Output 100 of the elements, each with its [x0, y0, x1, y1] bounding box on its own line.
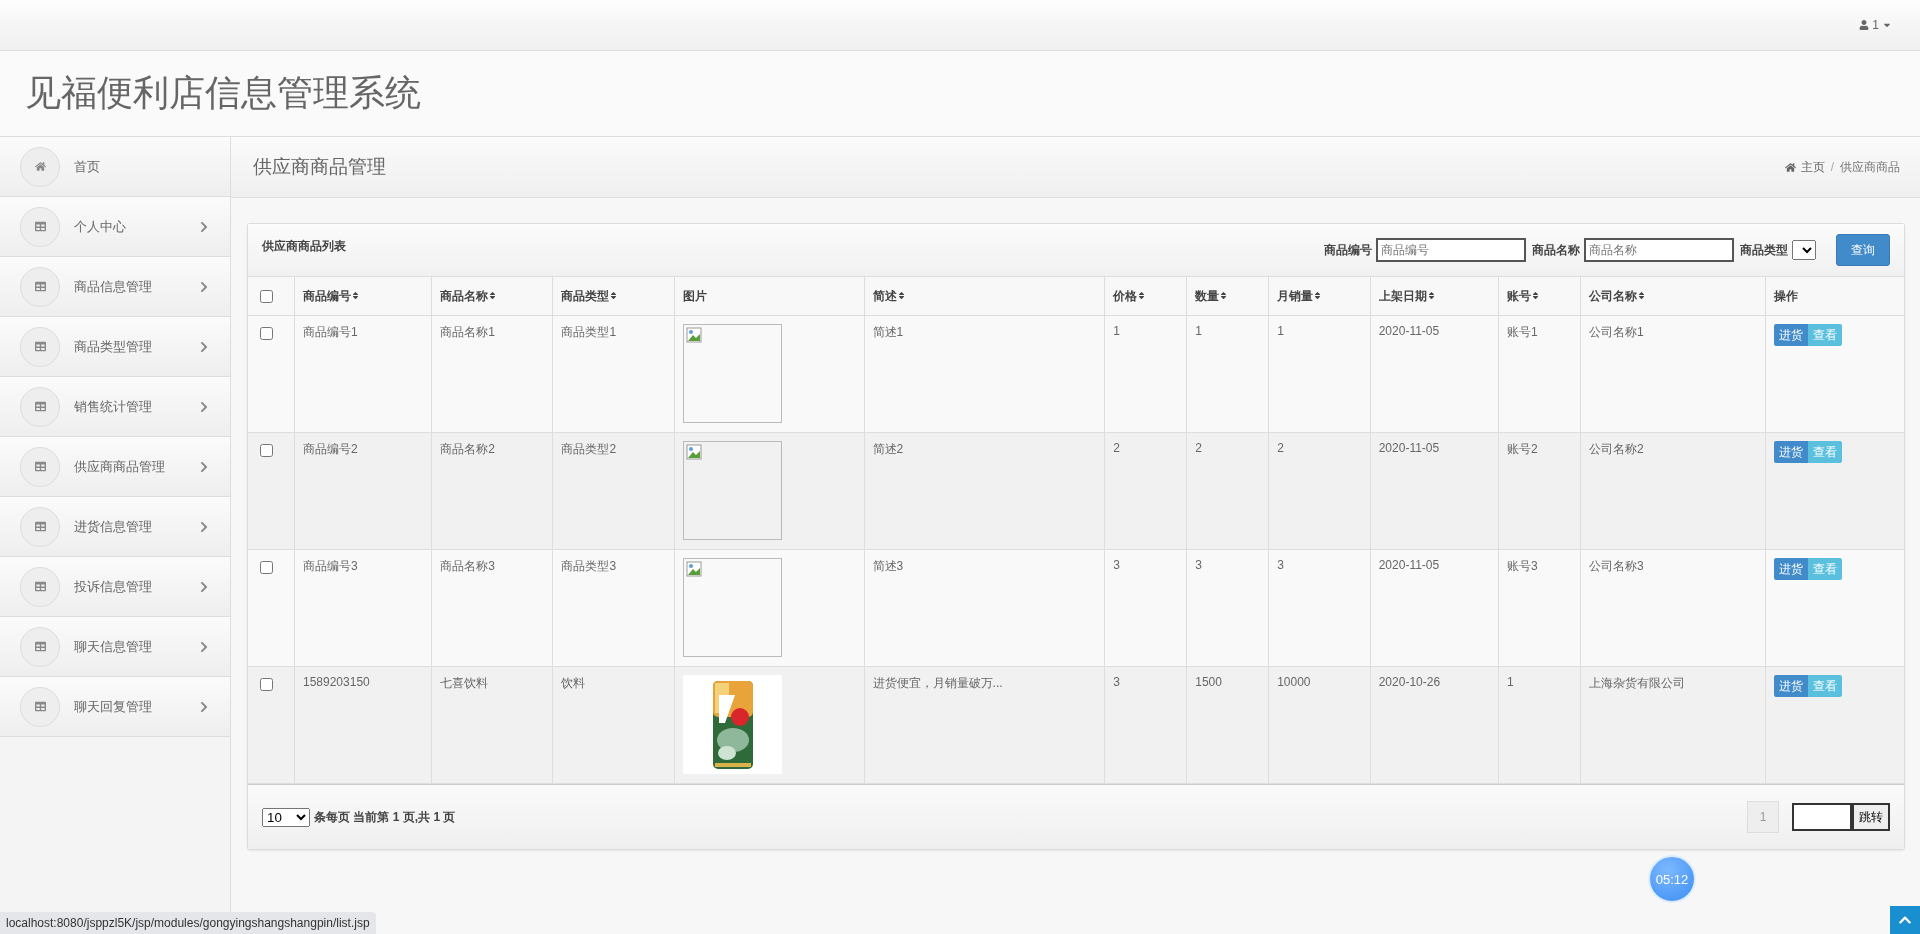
sidebar-item[interactable]: 聊天信息管理	[0, 617, 230, 677]
breadcrumb-link[interactable]: 主页	[1784, 158, 1825, 176]
table-cell: 公司名称1	[1580, 315, 1766, 433]
table-icon	[34, 281, 46, 292]
sort-icon	[1531, 290, 1541, 300]
breadcrumb-current: 供应商商品	[1840, 158, 1900, 176]
table-cell: 商品名称1	[431, 315, 553, 433]
chevron-icon	[198, 460, 210, 473]
table-icon	[34, 341, 46, 352]
table-cell: 公司名称3	[1580, 549, 1766, 667]
sidebar-item[interactable]: 供应商商品管理	[0, 437, 230, 497]
sidebar-item[interactable]: 商品信息管理	[0, 257, 230, 317]
select-all-checkbox[interactable]	[260, 289, 273, 303]
table-cell: 1	[1498, 666, 1581, 784]
sort-icon	[1219, 290, 1229, 300]
column-header[interactable]: 价格	[1113, 288, 1138, 303]
column-header[interactable]: 月销量	[1277, 288, 1314, 303]
table-icon	[34, 221, 46, 232]
sidebar-item[interactable]: 销售统计管理	[0, 377, 230, 437]
restock-button[interactable]: 进货	[1774, 675, 1809, 697]
table-cell: 七喜饮料	[431, 666, 553, 784]
table-cell: 3	[1104, 549, 1187, 667]
column-header[interactable]: 商品编号	[303, 288, 351, 303]
sort-icon	[1636, 290, 1646, 300]
home-icon	[34, 161, 46, 172]
table-cell: 10000	[1268, 666, 1371, 784]
column-header[interactable]: 上架日期	[1378, 288, 1427, 303]
table-cell: 1	[1186, 315, 1269, 433]
column-header[interactable]: 公司名称	[1588, 288, 1637, 303]
user-icon	[1859, 20, 1870, 30]
sidebar-item[interactable]: 进货信息管理	[0, 497, 230, 557]
column-header[interactable]: 商品名称	[440, 288, 489, 303]
table-cell: 商品编号1	[294, 315, 432, 433]
table-icon	[34, 581, 46, 592]
chevron-icon	[198, 640, 210, 653]
sidebar-item[interactable]: 首页	[0, 137, 230, 197]
table-cell: 1500	[1186, 666, 1269, 784]
table-cell: 简述2	[864, 432, 1105, 550]
column-header[interactable]: 商品类型	[561, 288, 610, 303]
search-button[interactable]: 查询	[1836, 234, 1890, 266]
row-checkbox[interactable]	[260, 561, 273, 574]
page-size-select[interactable]: 10	[262, 807, 310, 827]
table-cell: 商品类型1	[552, 315, 675, 433]
table-cell: 2020-11-05	[1370, 549, 1499, 667]
restock-button[interactable]: 进货	[1774, 441, 1809, 463]
table-cell: 公司名称2	[1580, 432, 1766, 550]
table-icon	[34, 401, 46, 412]
filter-select[interactable]	[1792, 240, 1816, 260]
table-cell: 2020-10-26	[1370, 666, 1499, 784]
page-info: 条每页 当前第 1 页,共 1 页	[314, 808, 456, 826]
table-cell: 3	[1104, 666, 1187, 784]
table-cell: 商品名称3	[431, 549, 553, 667]
filter-label: 商品类型	[1740, 241, 1788, 259]
table-cell: 简述1	[864, 315, 1105, 433]
timer-badge: 05:12	[1648, 855, 1696, 903]
restock-button[interactable]: 进货	[1774, 558, 1809, 580]
jump-input[interactable]	[1792, 803, 1852, 831]
column-header[interactable]: 数量	[1195, 288, 1220, 303]
sidebar-item[interactable]: 投诉信息管理	[0, 557, 230, 617]
table-cell: 3	[1268, 549, 1371, 667]
jump-button[interactable]: 跳转	[1852, 803, 1890, 831]
row-checkbox[interactable]	[260, 327, 273, 340]
restock-button[interactable]: 进货	[1774, 324, 1809, 346]
column-header: 操作	[1774, 288, 1799, 303]
sidebar-item[interactable]: 商品类型管理	[0, 317, 230, 377]
user-menu[interactable]: 1	[1859, 18, 1892, 32]
row-checkbox[interactable]	[260, 444, 273, 457]
column-header: 图片	[682, 288, 707, 303]
table-cell: 1589203150	[294, 666, 432, 784]
system-title: 见福便利店信息管理系统	[25, 71, 421, 115]
table-cell: 商品编号2	[294, 432, 432, 550]
filter-input[interactable]: 商品名称	[1584, 238, 1734, 262]
row-checkbox[interactable]	[260, 678, 273, 691]
sidebar-item[interactable]: 聊天回复管理	[0, 677, 230, 737]
table-cell: 1	[1268, 315, 1371, 433]
table-icon	[34, 641, 46, 652]
table-cell: 2	[1268, 432, 1371, 550]
table-cell: 2020-11-05	[1370, 315, 1499, 433]
sidebar-item[interactable]: 个人中心	[0, 197, 230, 257]
table-cell: 商品类型3	[552, 549, 675, 667]
sort-icon	[351, 290, 360, 300]
filter-label: 商品名称	[1532, 241, 1580, 259]
back-to-top-button[interactable]	[1890, 906, 1920, 934]
breadcrumb-separator: /	[1830, 160, 1834, 174]
table-cell: 进货便宜，月销量破万...	[864, 666, 1105, 784]
chevron-icon	[198, 520, 210, 533]
table-cell: 商品类型2	[552, 432, 675, 550]
sort-icon	[1426, 290, 1436, 300]
sort-icon	[488, 290, 498, 300]
home-icon	[1784, 161, 1796, 173]
filter-input[interactable]: 商品编号	[1376, 238, 1526, 262]
sort-icon	[1313, 290, 1323, 300]
column-header[interactable]: 简述	[872, 288, 897, 303]
table-cell: 商品名称2	[431, 432, 553, 550]
column-header[interactable]: 账号	[1507, 288, 1532, 303]
table-cell: 上海杂货有限公司	[1580, 666, 1766, 784]
table-cell: 2020-11-05	[1370, 432, 1499, 550]
table-cell: 3	[1186, 549, 1269, 667]
table-cell: 账号3	[1498, 549, 1581, 667]
chevron-icon	[198, 580, 210, 593]
